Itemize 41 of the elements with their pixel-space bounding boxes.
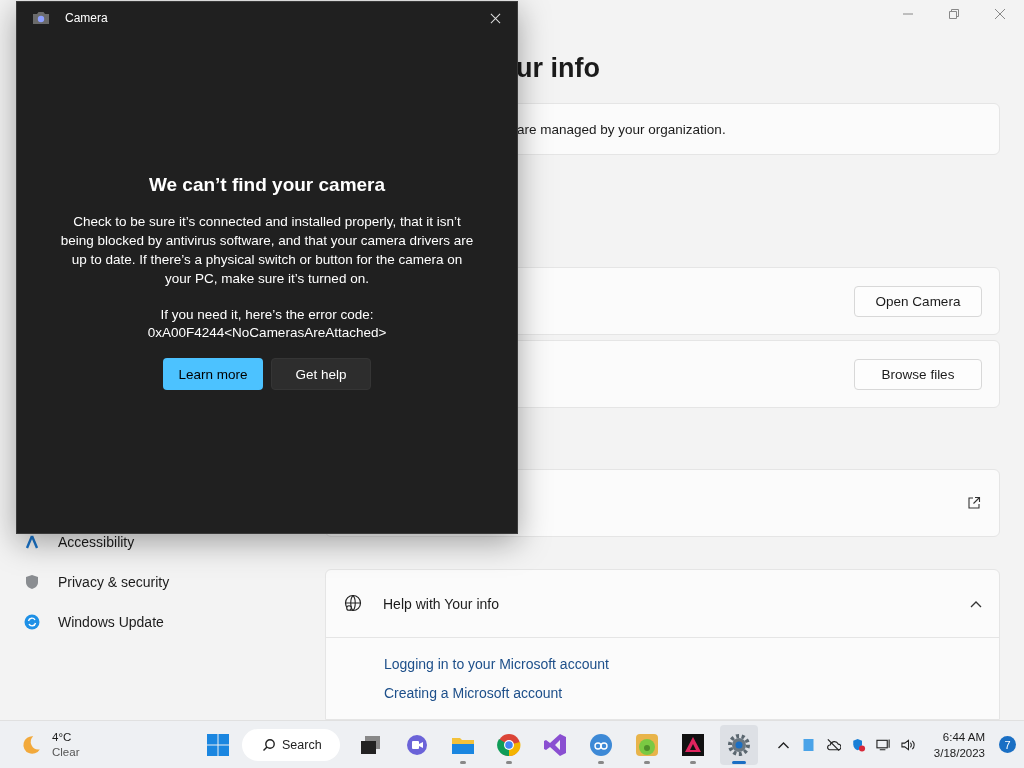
camera-icon <box>32 11 50 25</box>
video-chat-icon <box>404 732 429 757</box>
card-button[interactable]: Open Camera <box>854 285 982 317</box>
error-heading: We can’t find your camera <box>148 174 386 196</box>
moon-icon <box>20 733 42 756</box>
clock[interactable]: 6:44 AM 3/18/2023 <box>933 728 985 761</box>
page-title: ur info <box>516 52 601 85</box>
shield-icon <box>24 574 40 590</box>
speaker-icon[interactable] <box>900 737 916 752</box>
help-link[interactable]: Logging in to your Microsoft account <box>384 655 609 673</box>
search-button[interactable]: Search <box>242 728 340 761</box>
network-icon[interactable] <box>875 737 891 752</box>
start-icon[interactable] <box>206 732 230 757</box>
card-button[interactable]: Browse files <box>854 358 982 390</box>
error-code-label: If you need it, here’s the error code: <box>160 306 374 324</box>
chevron-icon[interactable] <box>970 599 982 608</box>
error-message: Check to be sure it’s connected and installed properly, that it isn’t being blocked by antivirus software, and that your camera drivers are up to date. If there’s a physical switch or button for the camera on your PC, make sure it’s turned on. <box>59 213 475 288</box>
sidebar-item[interactable]: Privacy & security <box>24 562 304 602</box>
accessibility-icon <box>24 534 40 550</box>
search-icon <box>262 737 276 752</box>
globe-icon <box>343 593 363 614</box>
gear-icon <box>726 732 751 757</box>
browser-icon <box>496 732 521 757</box>
ribbon-icon <box>542 732 567 757</box>
help-link[interactable]: Creating a Microsoft account <box>384 684 563 702</box>
circle-logo-icon <box>588 732 613 757</box>
restore-icon[interactable] <box>948 7 960 20</box>
notice-text: are managed by your organization. <box>517 121 726 137</box>
shield-icon[interactable] <box>850 737 866 752</box>
window-title: Camera <box>65 11 109 25</box>
notification-badge[interactable]: 7 <box>999 736 1016 753</box>
weather-widget[interactable]: 4°C Clear <box>20 729 190 760</box>
update-icon <box>24 614 40 630</box>
learn-more-button[interactable]: Learn more <box>163 358 263 390</box>
external-link-icon[interactable] <box>967 496 981 510</box>
error-code: 0xA00F4244<NoCamerasAreAttached> <box>147 324 387 342</box>
cloud-off-icon[interactable] <box>825 737 841 752</box>
help-header[interactable]: Help with Your info <box>326 570 999 638</box>
sidebar-item[interactable]: Windows Update <box>24 602 304 642</box>
help-button[interactable]: Get help <box>271 358 371 390</box>
sidebar-item[interactable]: Accessibility <box>24 522 304 562</box>
